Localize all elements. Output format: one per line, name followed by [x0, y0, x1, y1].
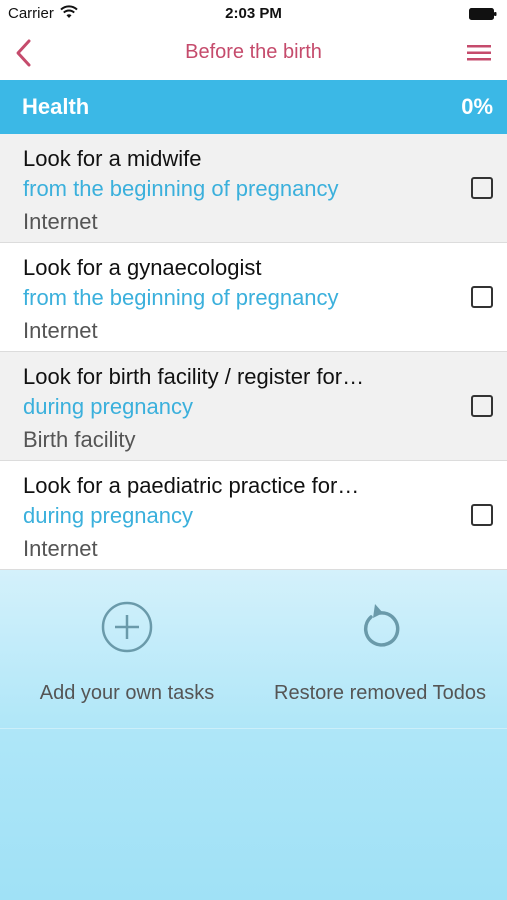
task-title: Look for birth facility / register for… — [23, 364, 365, 389]
task-location: Internet — [23, 536, 98, 561]
task-timing: during pregnancy — [23, 394, 194, 419]
page-title: Before the birth — [185, 41, 322, 63]
nav-bar: Before the birth — [0, 28, 507, 80]
task-title: Look for a paediatric practice for… — [23, 473, 360, 498]
restore-todos-button[interactable]: Restore removed Todos — [253, 600, 507, 720]
action-panel: Add your own tasks Restore removed Todos — [0, 570, 507, 900]
task-timing: from the beginning of pregnancy — [23, 176, 339, 201]
task-title: Look for a gynaecologist — [23, 255, 262, 280]
section-name: Health — [22, 94, 90, 119]
task-location: Internet — [23, 318, 98, 343]
battery-icon — [469, 8, 497, 20]
add-task-button[interactable]: Add your own tasks — [0, 600, 254, 720]
task-row[interactable]: Look for a paediatric practice for… duri… — [0, 461, 507, 570]
section-header: Health 0% — [0, 80, 507, 134]
task-checkbox[interactable] — [471, 504, 493, 526]
task-timing: during pregnancy — [23, 503, 194, 528]
task-list: Look for a midwife from the beginning of… — [0, 134, 507, 570]
restore-todos-label: Restore removed Todos — [274, 682, 486, 704]
status-time: 2:03 PM — [225, 5, 282, 22]
add-task-label: Add your own tasks — [39, 682, 215, 704]
task-row[interactable]: Look for a gynaecologist from the beginn… — [0, 243, 507, 352]
status-bar: Carrier 2:03 PM — [0, 0, 507, 28]
task-checkbox[interactable] — [471, 286, 493, 308]
task-location: Internet — [23, 209, 98, 234]
panel-divider — [0, 728, 507, 729]
task-row[interactable]: Look for a midwife from the beginning of… — [0, 134, 507, 243]
plus-circle-icon — [101, 601, 153, 653]
task-checkbox[interactable] — [471, 395, 493, 417]
task-timing: from the beginning of pregnancy — [23, 285, 339, 310]
section-progress: 0% — [461, 94, 493, 119]
task-row[interactable]: Look for birth facility / register for… … — [0, 352, 507, 461]
task-title: Look for a midwife — [23, 146, 202, 171]
restore-icon — [363, 604, 400, 647]
task-location: Birth facility — [23, 427, 136, 452]
task-checkbox[interactable] — [471, 177, 493, 199]
hamburger-menu-icon[interactable] — [465, 41, 493, 65]
